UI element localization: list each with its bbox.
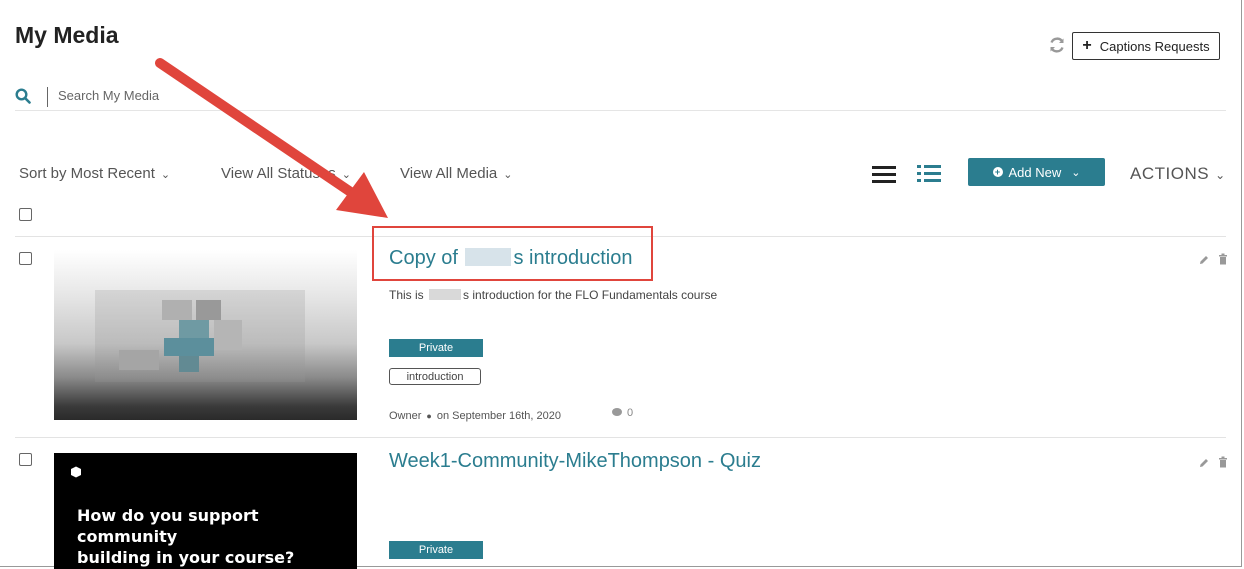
status-badge: Private — [389, 339, 483, 357]
delete-icon[interactable] — [1217, 455, 1229, 468]
owner-label: Owner — [389, 410, 422, 422]
status-badge: Private — [389, 541, 483, 559]
row-divider — [15, 437, 1226, 438]
add-new-label: Add New — [1008, 164, 1062, 180]
annotation-highlight-box — [372, 226, 653, 281]
add-new-button[interactable]: + Add New ⌄ — [968, 158, 1105, 186]
edit-icon[interactable] — [1198, 253, 1210, 265]
sort-dropdown[interactable]: Sort by Most Recent ⌄ — [19, 165, 170, 182]
select-all-checkbox[interactable] — [19, 208, 32, 221]
add-circle-icon: + — [992, 167, 1003, 177]
redacted-text — [429, 289, 462, 300]
captions-requests-label: Captions Requests — [1099, 38, 1210, 54]
tag-chip[interactable]: introduction — [389, 368, 481, 385]
actions-dropdown[interactable]: ACTIONS ⌄ — [1130, 164, 1226, 184]
row-checkbox[interactable] — [19, 252, 32, 265]
search-icon[interactable] — [15, 88, 31, 104]
row-checkbox[interactable] — [19, 453, 32, 466]
refresh-icon[interactable] — [1048, 36, 1066, 54]
description-suffix: s introduction for the FLO Fundamentals … — [463, 288, 718, 302]
divider — [15, 110, 1226, 111]
statuses-dropdown[interactable]: View All Statuses ⌄ — [221, 165, 351, 182]
statuses-dropdown-label: View All Statuses — [221, 165, 336, 182]
page-title: My Media — [15, 22, 119, 48]
chevron-down-icon: ⌄ — [503, 169, 513, 181]
search-input[interactable] — [58, 88, 558, 103]
separator-dot: ● — [426, 411, 432, 421]
my-media-page: My Media + Captions Requests Sort by Mos… — [0, 0, 1242, 569]
edit-icon[interactable] — [1198, 456, 1210, 468]
upload-date: on September 16th, 2020 — [436, 410, 561, 422]
detailed-view-icon[interactable] — [917, 163, 941, 185]
media-meta: Owner ● on September 16th, 2020 — [389, 410, 561, 422]
chevron-down-icon: ⌄ — [160, 169, 171, 181]
media-thumbnail[interactable] — [54, 250, 357, 420]
media-type-dropdown[interactable]: View All Media ⌄ — [400, 165, 513, 182]
delete-icon[interactable] — [1217, 252, 1229, 265]
chevron-down-icon: ⌄ — [341, 169, 352, 181]
media-description: This is s introduction for the FLO Funda… — [389, 288, 717, 302]
media-type-dropdown-label: View All Media — [400, 165, 498, 182]
media-thumbnail[interactable]: How do you support community building in… — [54, 453, 357, 569]
actions-label: ACTIONS — [1130, 164, 1210, 183]
sort-dropdown-label: Sort by Most Recent — [19, 165, 155, 182]
thumbnail-caption: How do you support community building in… — [77, 505, 357, 568]
search-divider — [47, 87, 48, 107]
captions-requests-button[interactable]: + Captions Requests — [1072, 32, 1220, 60]
cube-icon — [70, 465, 82, 478]
plus-icon: + — [1082, 37, 1092, 54]
comment-icon — [612, 408, 622, 416]
list-view-icon[interactable] — [872, 164, 896, 184]
chevron-down-icon: ⌄ — [1215, 168, 1226, 182]
comments-count[interactable]: 0 — [612, 407, 633, 419]
comments-count-value: 0 — [627, 407, 634, 419]
description-prefix: This is — [389, 288, 428, 302]
thumbnail-caption-line: How do you support community — [77, 506, 259, 546]
chevron-down-icon: ⌄ — [1071, 166, 1081, 179]
media-title-link[interactable]: Week1-Community-MikeThompson - Quiz — [389, 450, 761, 473]
thumbnail-caption-line: building in your course? — [77, 548, 295, 567]
